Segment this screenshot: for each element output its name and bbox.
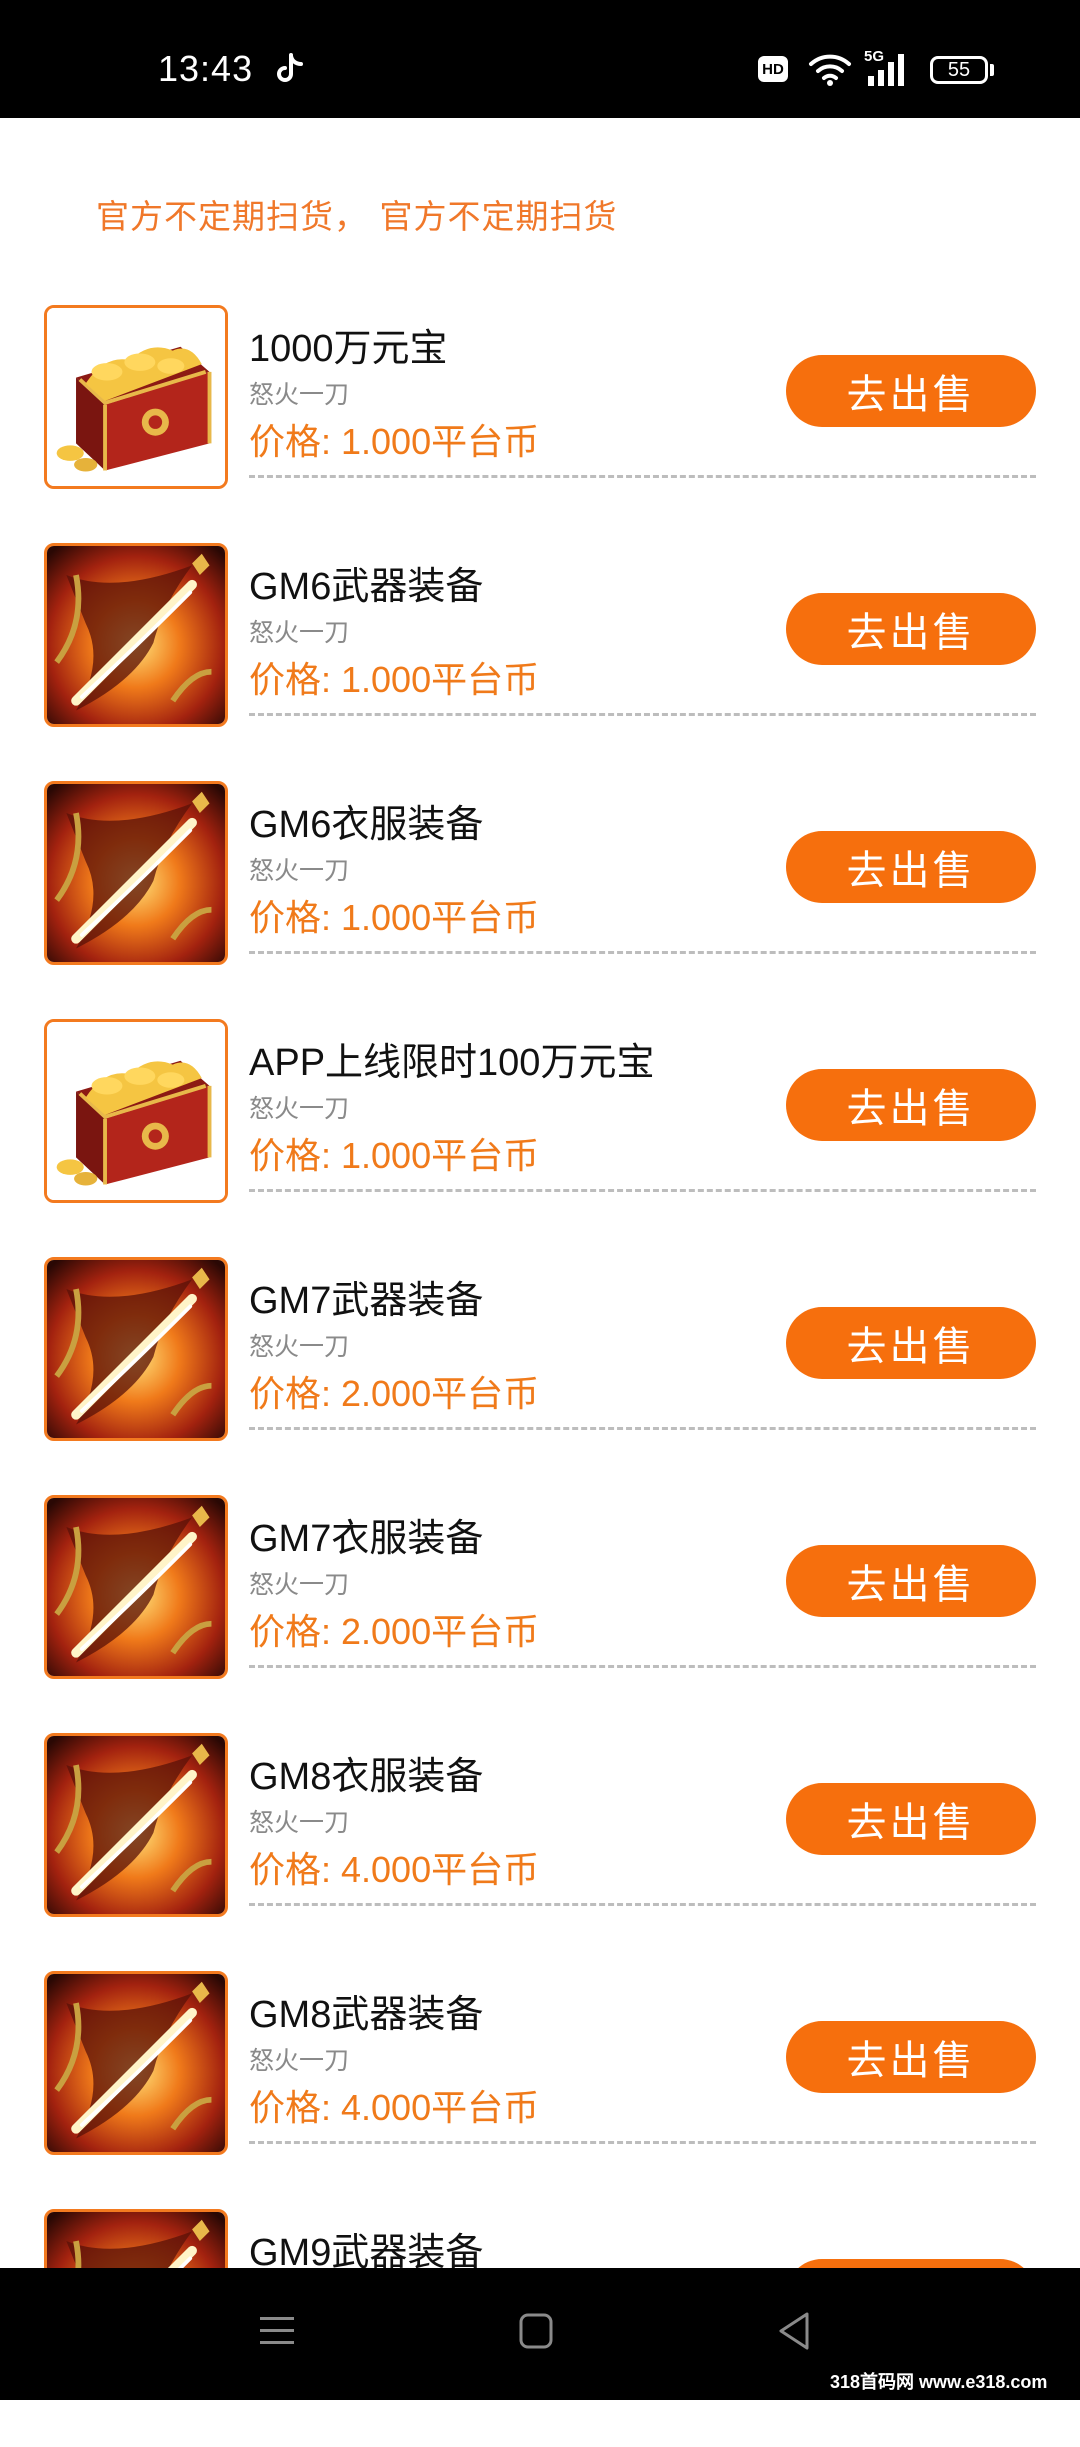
- flame-blade-art: [47, 1260, 225, 1438]
- item-price: 价格: 1.000平台币: [249, 897, 540, 938]
- sell-button[interactable]: 去出售: [786, 831, 1036, 903]
- treasure-chest-icon: [44, 1019, 228, 1203]
- watermark: 318首码网 www.e318.com: [830, 2372, 1048, 2392]
- item-game: 怒火一刀: [249, 618, 350, 647]
- item-price: 价格: 1.000平台币: [249, 1135, 540, 1176]
- divider: [249, 951, 1036, 954]
- flame-blade-icon: [44, 1257, 228, 1441]
- item-game: 怒火一刀: [249, 1808, 350, 1837]
- item-game: 怒火一刀: [249, 2046, 350, 2075]
- item-title: 1000万元宝: [249, 328, 448, 370]
- list-item: APP上线限时100万元宝 怒火一刀 价格: 1.000平台币 去出售: [0, 1019, 1080, 1257]
- list-item: GM8衣服装备 怒火一刀 价格: 4.000平台币 去出售: [0, 1733, 1080, 1971]
- list-item: GM6武器装备 怒火一刀 价格: 1.000平台币 去出售: [0, 543, 1080, 781]
- item-title: GM8武器装备: [249, 1994, 484, 2036]
- list-item: GM7武器装备 怒火一刀 价格: 2.000平台币 去出售: [0, 1257, 1080, 1495]
- flame-blade-art: [47, 784, 225, 962]
- item-title: GM7武器装备: [249, 1280, 484, 1322]
- flame-blade-icon: [44, 543, 228, 727]
- item-title: GM7衣服装备: [249, 1518, 484, 1560]
- home-icon[interactable]: [518, 2312, 554, 2350]
- sell-button[interactable]: 去出售: [786, 2021, 1036, 2093]
- item-title: GM6衣服装备: [249, 804, 484, 846]
- sell-button[interactable]: 去出售: [786, 1069, 1036, 1141]
- item-game: 怒火一刀: [249, 1570, 350, 1599]
- sell-button[interactable]: 去出售: [786, 593, 1036, 665]
- list-item: GM7衣服装备 怒火一刀 价格: 2.000平台币 去出售: [0, 1495, 1080, 1733]
- item-price: 价格: 2.000平台币: [249, 1373, 540, 1414]
- sell-button[interactable]: 去出售: [786, 1307, 1036, 1379]
- treasure-chest-art: [47, 1022, 225, 1200]
- flame-blade-icon: [44, 1971, 228, 2155]
- item-price: 价格: 4.000平台币: [249, 2087, 540, 2128]
- treasure-chest-art: [47, 308, 225, 486]
- sell-button[interactable]: 去出售: [786, 1545, 1036, 1617]
- item-title: GM8衣服装备: [249, 1756, 484, 1798]
- divider: [249, 475, 1036, 478]
- flame-blade-icon: [44, 1733, 228, 1917]
- wifi-icon: [809, 54, 851, 86]
- flame-blade-art: [47, 1498, 225, 1676]
- signal-icon: [868, 54, 904, 86]
- notice-text: 官方不定期扫货， 官方不定期扫货: [96, 197, 618, 236]
- item-game: 怒火一刀: [249, 1332, 350, 1361]
- battery-icon: 55: [930, 56, 988, 84]
- divider: [249, 1665, 1036, 1668]
- status-bar: 13:43 HD 5G 55: [0, 0, 1080, 118]
- divider: [249, 1427, 1036, 1430]
- item-price: 价格: 2.000平台币: [249, 1611, 540, 1652]
- item-game: 怒火一刀: [249, 1094, 350, 1123]
- item-title: GM6武器装备: [249, 566, 484, 608]
- list-item: GM8武器装备 怒火一刀 价格: 4.000平台币 去出售: [0, 1971, 1080, 2209]
- sell-button[interactable]: 去出售: [786, 1783, 1036, 1855]
- divider: [249, 2141, 1036, 2144]
- item-price: 价格: 1.000平台币: [249, 421, 540, 462]
- item-game: 怒火一刀: [249, 856, 350, 885]
- menu-icon[interactable]: [258, 2312, 296, 2350]
- flame-blade-art: [47, 546, 225, 724]
- list-item: 1000万元宝 怒火一刀 价格: 1.000平台币 去出售: [0, 305, 1080, 543]
- hd-icon: HD: [758, 56, 788, 82]
- item-price: 价格: 4.000平台币: [249, 1849, 540, 1890]
- item-price: 价格: 1.000平台币: [249, 659, 540, 700]
- sell-button[interactable]: 去出售: [786, 355, 1036, 427]
- divider: [249, 713, 1036, 716]
- divider: [249, 1189, 1036, 1192]
- list-item: GM6衣服装备 怒火一刀 价格: 1.000平台币 去出售: [0, 781, 1080, 1019]
- flame-blade-art: [47, 1974, 225, 2152]
- item-title: APP上线限时100万元宝: [249, 1042, 655, 1084]
- flame-blade-art: [47, 1736, 225, 1914]
- flame-blade-icon: [44, 1495, 228, 1679]
- back-icon[interactable]: [776, 2310, 812, 2352]
- tiktok-icon: [277, 53, 303, 82]
- status-time: 13:43: [158, 48, 254, 89]
- divider: [249, 1903, 1036, 1906]
- item-game: 怒火一刀: [249, 380, 350, 409]
- battery-cap: [990, 64, 994, 76]
- flame-blade-icon: [44, 781, 228, 965]
- treasure-chest-icon: [44, 305, 228, 489]
